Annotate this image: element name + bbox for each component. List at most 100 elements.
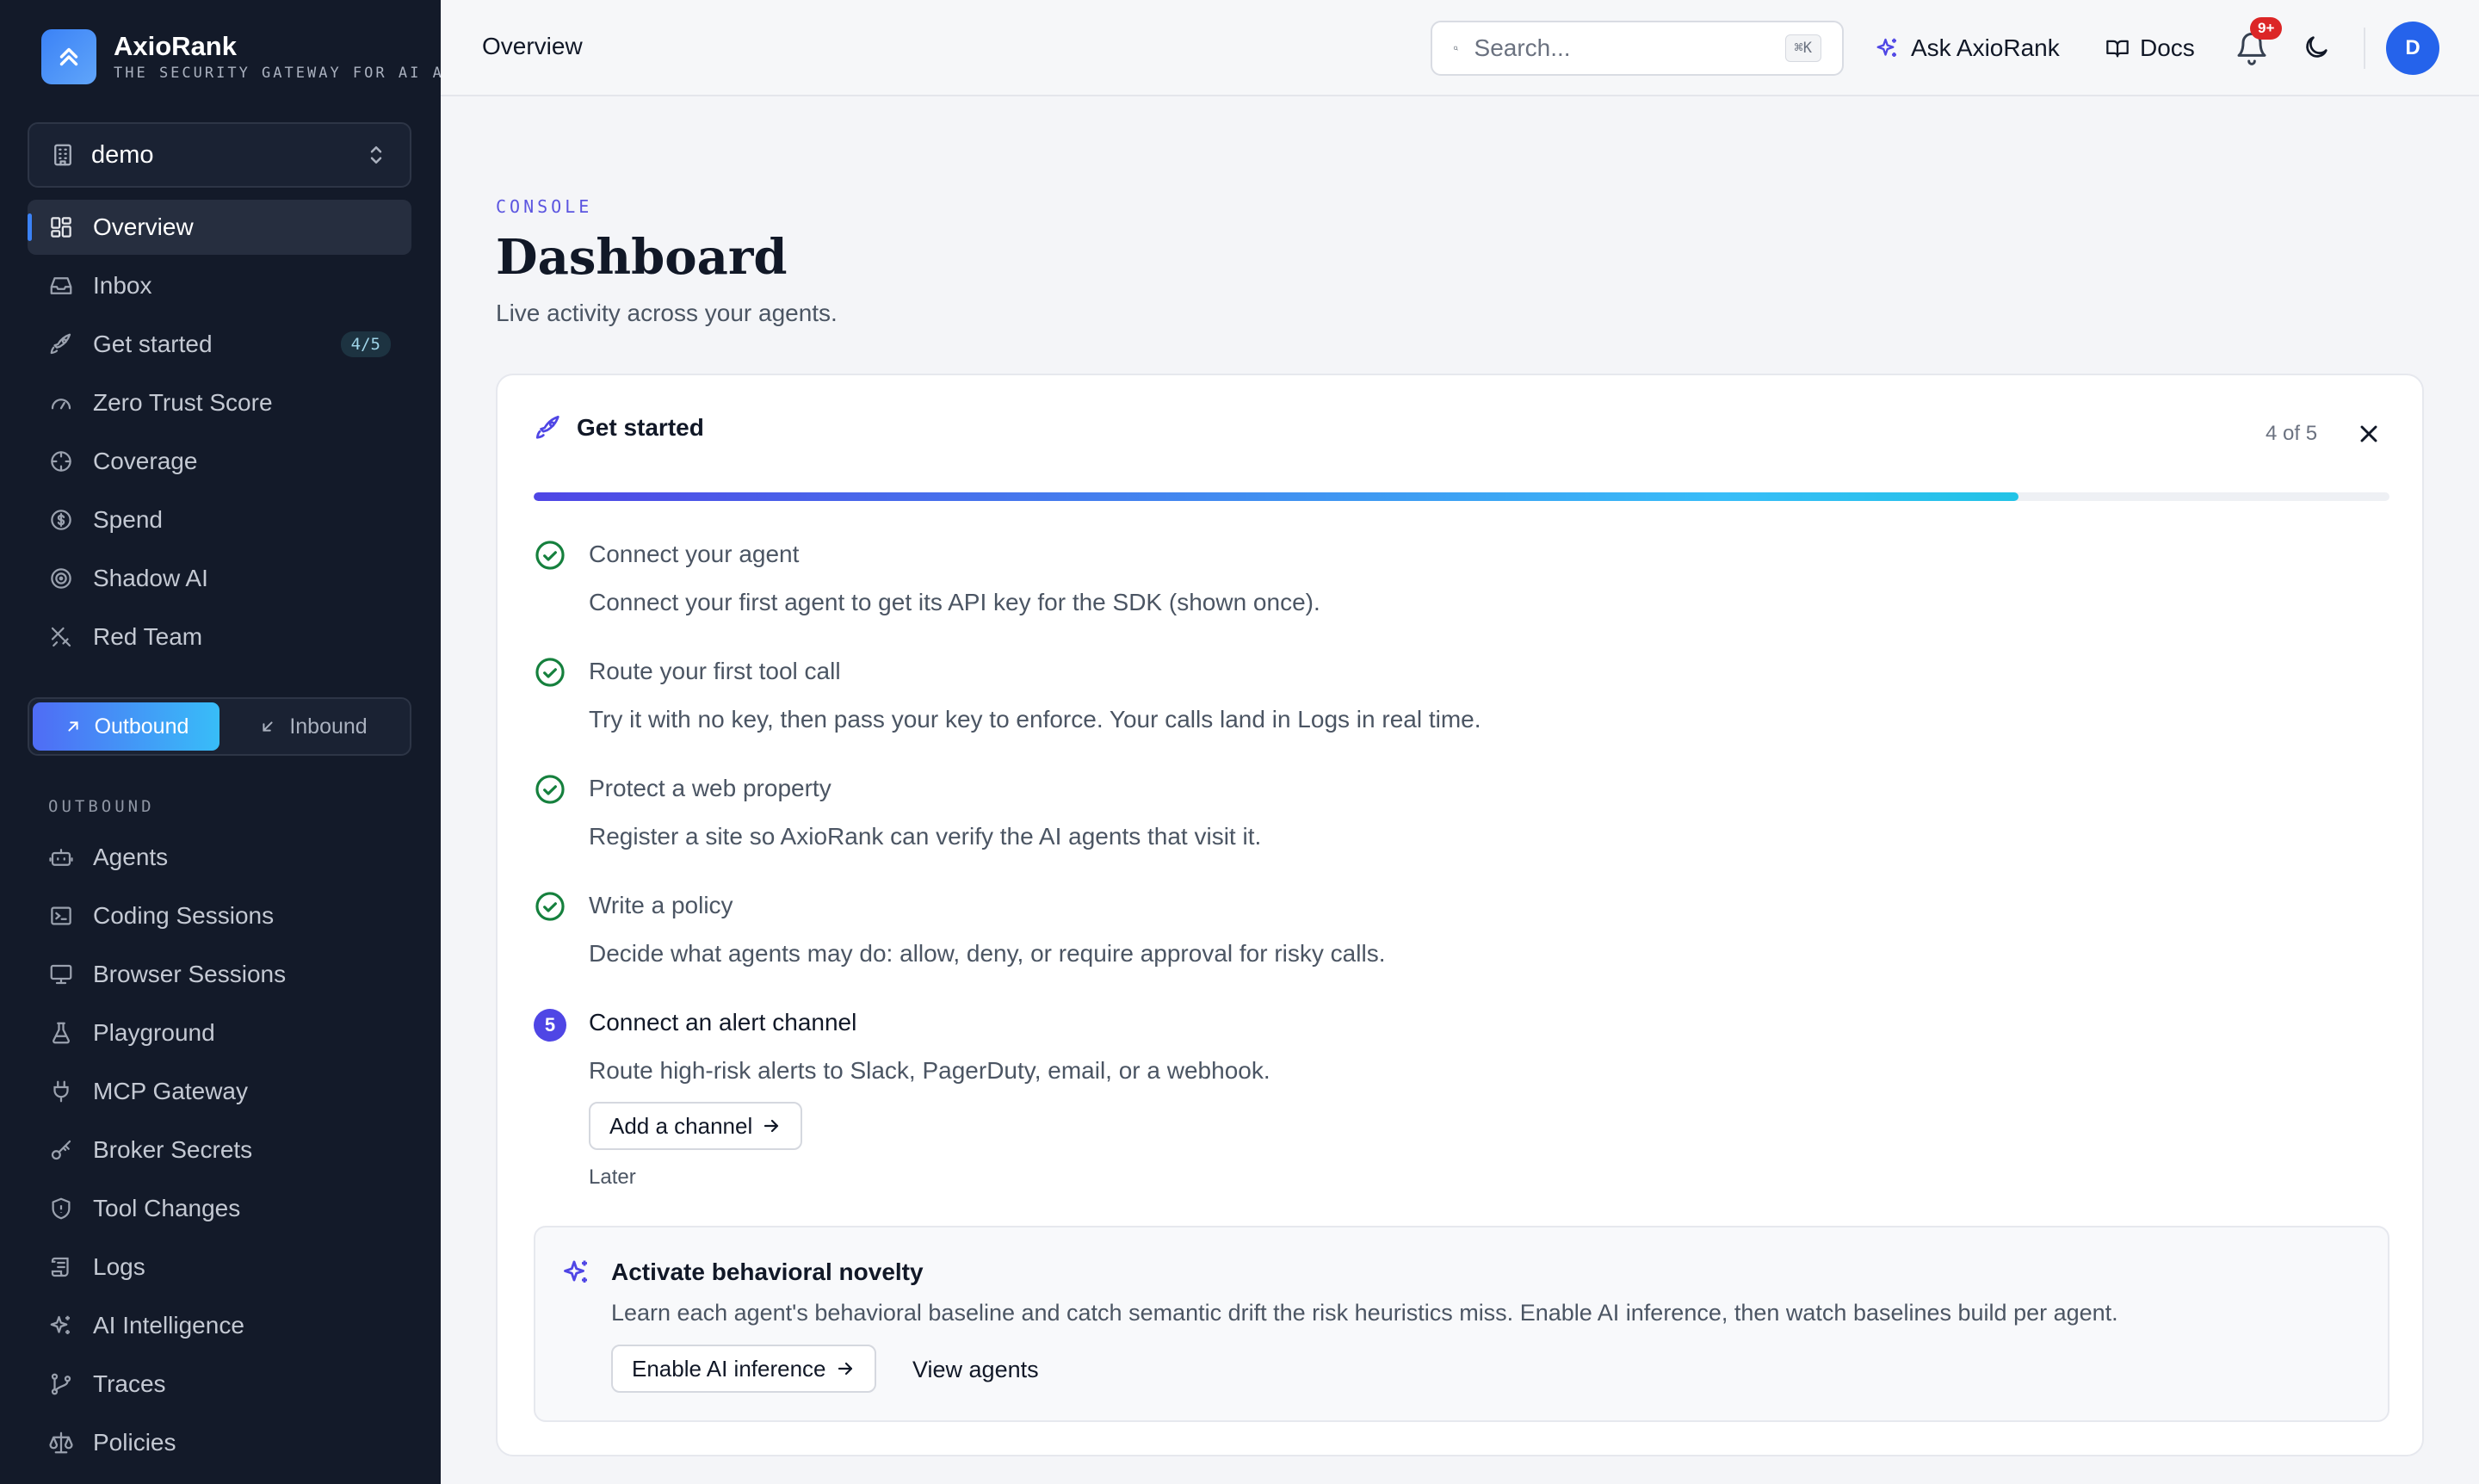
nav-item-inbox[interactable]: Inbox bbox=[28, 258, 411, 313]
nav-item-broker-secrets[interactable]: Broker Secrets bbox=[28, 1122, 411, 1178]
topbar-divider bbox=[2364, 28, 2365, 69]
arrow-right-icon bbox=[764, 1119, 779, 1133]
docs-button[interactable]: Docs bbox=[2105, 26, 2195, 71]
book-open-icon bbox=[2106, 40, 2129, 58]
nav-item-spend[interactable]: Spend bbox=[28, 492, 411, 547]
scale-icon bbox=[48, 1430, 74, 1456]
nav-label: Policies bbox=[93, 1429, 176, 1456]
inbound-label: Inbound bbox=[289, 714, 368, 739]
gauge-icon bbox=[48, 390, 74, 416]
step-title: Write a policy bbox=[589, 892, 733, 918]
org-name: demo bbox=[91, 140, 154, 169]
page-eyebrow: CONSOLE bbox=[496, 196, 593, 217]
crosshair-icon bbox=[48, 448, 74, 474]
terminal-icon bbox=[48, 903, 74, 929]
nav-item-tool-changes[interactable]: Tool Changes bbox=[28, 1181, 411, 1236]
breadcrumb: Overview bbox=[482, 33, 583, 59]
enable-ai-inference-button[interactable]: Enable AI inference bbox=[611, 1345, 876, 1393]
rocket-icon bbox=[535, 415, 559, 439]
inbox-icon bbox=[48, 273, 74, 299]
nav-label: Coverage bbox=[93, 448, 198, 474]
add-channel-button[interactable]: Add a channel bbox=[589, 1102, 803, 1150]
close-icon[interactable] bbox=[2355, 420, 2383, 448]
sparkles-icon bbox=[48, 1313, 74, 1339]
avatar[interactable]: D bbox=[2386, 22, 2439, 75]
arrow-up-right-icon bbox=[67, 721, 78, 732]
step-title: Protect a web property bbox=[589, 775, 831, 801]
notification-badge: 9+ bbox=[2250, 17, 2283, 40]
nav-item-policies[interactable]: Policies bbox=[28, 1415, 411, 1470]
enable-ai-inference-label: Enable AI inference bbox=[632, 1355, 826, 1382]
docs-label: Docs bbox=[2140, 34, 2195, 61]
nav-item-browser-sessions[interactable]: Browser Sessions bbox=[28, 947, 411, 1002]
org-switcher[interactable]: demo bbox=[28, 122, 411, 188]
ask-axiorank-button[interactable]: Ask AxioRank bbox=[1875, 26, 2060, 71]
nav-item-logs[interactable]: Logs bbox=[28, 1240, 411, 1295]
nav-item-traces[interactable]: Traces bbox=[28, 1357, 411, 1412]
chevrons-up-down-icon bbox=[363, 142, 389, 168]
page-subtitle: Live activity across your agents. bbox=[496, 300, 838, 326]
brand[interactable]: AxioRank THE SECURITY GATEWAY FOR AI AGE… bbox=[41, 29, 451, 84]
search-icon bbox=[1453, 46, 1458, 51]
nav-item-coverage[interactable]: Coverage bbox=[28, 434, 411, 489]
card-header: Get started bbox=[534, 413, 704, 442]
nav-label: Browser Sessions bbox=[93, 961, 287, 987]
nav-label: Red Team bbox=[93, 623, 203, 650]
sparkles-icon bbox=[1876, 38, 1896, 57]
ask-axiorank-label: Ask AxioRank bbox=[1911, 34, 2060, 61]
nav-label: Overview bbox=[93, 213, 194, 240]
nav-item-agents[interactable]: Agents bbox=[28, 830, 411, 885]
progress-badge: 4/5 bbox=[340, 331, 391, 357]
nav-label: Logs bbox=[93, 1253, 145, 1280]
step-title: Connect an alert channel bbox=[589, 1009, 857, 1036]
flask-icon bbox=[48, 1020, 74, 1046]
inbound-toggle-button[interactable]: Inbound bbox=[219, 702, 406, 751]
moon-icon[interactable] bbox=[2302, 33, 2331, 62]
get-started-card: Get started 4 of 5 Connect your agent Co… bbox=[496, 374, 2424, 1456]
monitor-icon bbox=[48, 962, 74, 987]
later-link[interactable]: Later bbox=[589, 1166, 636, 1190]
outbound-toggle-button[interactable]: Outbound bbox=[33, 702, 219, 751]
search-input[interactable] bbox=[1474, 34, 1785, 62]
nav-item-get-started[interactable]: Get started 4/5 bbox=[28, 317, 411, 372]
check-circle-icon bbox=[535, 541, 565, 570]
outbound-nav: Agents Coding Sessions Browser Sessions … bbox=[28, 830, 411, 1474]
nav-item-overview[interactable]: Overview bbox=[28, 200, 411, 255]
nav-item-coding-sessions[interactable]: Coding Sessions bbox=[28, 888, 411, 943]
nav-label: Zero Trust Score bbox=[93, 389, 273, 416]
search-box[interactable]: ⌘K bbox=[1431, 21, 1844, 76]
nav-item-shadow-ai[interactable]: Shadow AI bbox=[28, 551, 411, 606]
key-icon bbox=[48, 1137, 74, 1163]
nav-item-playground[interactable]: Playground bbox=[28, 1005, 411, 1060]
plug-icon bbox=[48, 1079, 74, 1104]
nav-label: Broker Secrets bbox=[93, 1136, 253, 1163]
axiorank-logo-icon bbox=[41, 29, 96, 84]
callout-title: Activate behavioral novelty bbox=[611, 1258, 924, 1285]
check-circle-icon bbox=[535, 892, 565, 921]
building-icon bbox=[50, 142, 76, 168]
check-circle-icon bbox=[535, 775, 565, 804]
card-title: Get started bbox=[577, 414, 704, 441]
progress-track bbox=[534, 492, 2389, 501]
nav-label: Get started bbox=[93, 331, 213, 357]
nav-item-red-team[interactable]: Red Team bbox=[28, 609, 411, 665]
nav-item-mcp-gateway[interactable]: MCP Gateway bbox=[28, 1064, 411, 1119]
shield-icon bbox=[48, 1196, 74, 1221]
nav-item-ai-intelligence[interactable]: AI Intelligence bbox=[28, 1298, 411, 1353]
swords-icon bbox=[48, 624, 74, 650]
step-description: Connect your first agent to get its API … bbox=[589, 589, 1320, 615]
progress-fill bbox=[534, 492, 2018, 501]
git-branch-icon bbox=[48, 1371, 74, 1397]
grid-icon bbox=[48, 214, 74, 240]
nav-label: Tool Changes bbox=[93, 1195, 241, 1221]
nav-label: Inbox bbox=[93, 272, 152, 299]
step-title: Route your first tool call bbox=[589, 658, 841, 684]
nav-label: AI Intelligence bbox=[93, 1312, 244, 1339]
page-title: Dashboard bbox=[496, 229, 788, 286]
brand-name: AxioRank bbox=[114, 31, 237, 61]
arrow-down-left-icon bbox=[263, 721, 273, 732]
scroll-icon bbox=[48, 1254, 74, 1280]
behavioral-novelty-callout: Activate behavioral novelty Learn each a… bbox=[534, 1226, 2389, 1422]
nav-item-zero-trust-score[interactable]: Zero Trust Score bbox=[28, 375, 411, 430]
view-agents-link[interactable]: View agents bbox=[912, 1357, 1039, 1383]
